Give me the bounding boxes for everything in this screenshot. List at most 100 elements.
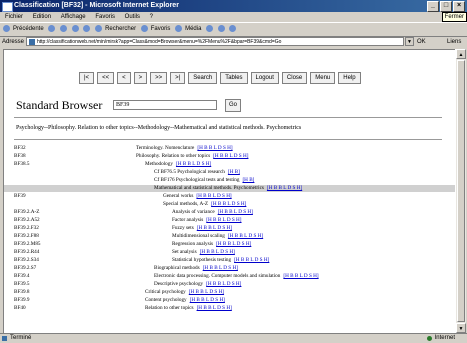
class-number: BF39.2.S34 — [14, 257, 39, 263]
caption: Fuzzy sets [H B B L D S H] — [172, 225, 232, 232]
scroll-down-icon[interactable]: ▼ — [456, 323, 466, 333]
record-links[interactable]: [H B B L D S H] — [216, 241, 251, 247]
media-button[interactable]: Média — [185, 26, 201, 32]
go-button[interactable]: Go — [225, 99, 242, 112]
classification-search-input[interactable] — [113, 100, 217, 110]
search-button[interactable]: Rechercher — [105, 26, 136, 32]
next-page-button[interactable]: >> — [150, 72, 168, 84]
address-dropdown-icon[interactable]: ▼ — [405, 37, 414, 46]
list-item: BF39.5 Descriptive psychology [H B B L D S… — [4, 281, 455, 288]
last-button[interactable]: >| — [170, 72, 186, 84]
close-page-button[interactable]: Close — [281, 72, 308, 84]
close-tooltip: Fermer — [441, 12, 467, 22]
menu-button[interactable]: Menu — [310, 72, 336, 84]
caption-text: Mathematical and statistical methods. Ps… — [154, 185, 264, 191]
caption-text: Factor analysis — [172, 217, 204, 223]
caption: Relation to other topics [H B B L D S H] — [145, 305, 232, 312]
class-number: BF39.4 — [14, 273, 30, 279]
record-links[interactable]: [H B B L D S H] — [197, 145, 232, 151]
address-go-button[interactable]: OK — [417, 36, 426, 48]
history-icon[interactable] — [206, 24, 214, 32]
divider-top — [14, 117, 442, 118]
title-bar: Classification [BF32] - Microsoft Intern… — [0, 0, 467, 12]
minimize-button[interactable]: _ — [427, 1, 439, 12]
home-icon[interactable] — [83, 24, 91, 32]
list-item: BF39.4 Electronic data processing. Comput… — [4, 273, 455, 280]
caption: Critical psychology [H B B L D S H] — [145, 289, 224, 296]
record-links[interactable]: [H B] — [242, 177, 254, 183]
logout-button[interactable]: Logout — [250, 72, 279, 84]
caption-text: Cf BF176 Psychological tests and testing — [154, 177, 240, 183]
record-links[interactable]: [H B B L D S H] — [234, 257, 269, 263]
caption: Methodology [H B B L D S H] — [145, 161, 211, 168]
record-links[interactable]: [H B B L D S H] — [197, 225, 232, 231]
menu-favoris[interactable]: Favoris — [95, 14, 115, 20]
record-links[interactable]: [H B B L D S H] — [218, 209, 253, 215]
record-links[interactable]: [H B B L D S H] — [211, 201, 246, 207]
caption: Content psychology [H B B L D S H] — [145, 297, 225, 304]
list-item: BF38.5 Methodology [H B B L D S H] — [4, 161, 455, 168]
class-number: BF32 — [14, 145, 26, 151]
forward-icon[interactable] — [48, 24, 56, 32]
record-links[interactable]: [H B B L D S H] — [189, 289, 224, 295]
record-links[interactable]: [H B B L D S H] — [190, 297, 225, 303]
stop-icon[interactable] — [60, 24, 68, 32]
record-links[interactable]: [H B B L D S H] — [203, 265, 238, 271]
refresh-icon[interactable] — [71, 24, 79, 32]
vertical-scrollbar[interactable]: ▲ ▼ — [455, 49, 466, 333]
first-button[interactable]: |< — [79, 72, 95, 84]
close-button[interactable]: × — [453, 1, 465, 12]
search-icon[interactable] — [95, 24, 103, 32]
record-links[interactable]: [H B B L D S H] — [197, 305, 232, 311]
record-links[interactable]: [H B B L D S H] — [206, 217, 241, 223]
mail-icon[interactable] — [217, 24, 225, 32]
menu-affichage[interactable]: Affichage — [61, 14, 86, 20]
menu-edition[interactable]: Edition — [33, 14, 51, 20]
tables-button[interactable]: Tables — [220, 72, 248, 84]
favorites-button[interactable]: Favoris — [151, 26, 171, 32]
record-links[interactable]: [H B B L D S H] — [196, 193, 231, 199]
caption-text: Cf BF76.5 Psychological research — [154, 169, 225, 175]
class-number: BF40 — [14, 305, 26, 311]
caption-text: Critical psychology — [145, 289, 186, 295]
links-button[interactable]: Liens — [447, 36, 461, 48]
scroll-up-icon[interactable]: ▲ — [456, 49, 466, 59]
caption: Terminology. Nomenclature [H B B L D S H] — [136, 145, 233, 152]
media-icon[interactable] — [175, 24, 183, 32]
back-button[interactable]: Précédente — [13, 26, 44, 32]
class-number: BF39.2.M85 — [14, 241, 41, 247]
browser-icon — [2, 2, 13, 12]
scroll-thumb[interactable] — [457, 60, 465, 322]
favorites-icon[interactable] — [140, 24, 148, 32]
caption-text: Descriptive psychology — [154, 281, 204, 287]
record-links[interactable]: [H B B L D S H] — [176, 161, 211, 167]
class-number: BF39 — [14, 193, 26, 199]
record-links[interactable]: [H B B L D S H] — [283, 273, 318, 279]
address-input[interactable]: http://classificationweb.net/min/mirsk?a… — [26, 37, 404, 46]
record-links[interactable]: [H B B L D S H] — [213, 153, 248, 159]
menu-fichier[interactable]: Fichier — [5, 14, 23, 20]
record-links[interactable]: [H B] — [228, 169, 240, 175]
record-links[interactable]: [H B B L D S H] — [267, 185, 302, 191]
next-button[interactable]: > — [133, 72, 148, 84]
class-number: BF39.5 — [14, 281, 30, 287]
back-icon[interactable] — [3, 24, 10, 32]
print-icon[interactable] — [229, 24, 237, 32]
prev-button[interactable]: < — [117, 72, 131, 84]
menu-outils[interactable]: Outils — [125, 14, 140, 20]
caption: Cf BF76.5 Psychological research [H B] — [154, 169, 240, 176]
maximize-button[interactable]: □ — [440, 1, 452, 12]
search-page-button[interactable]: Search — [188, 72, 218, 84]
record-links[interactable]: [H B B L D S H] — [228, 233, 263, 239]
list-item: BF39.2.F32 Fuzzy sets [H B B L D S H] — [4, 225, 455, 232]
help-button[interactable]: Help — [338, 72, 361, 84]
caption: Statistical hypothesis testing [H B B L D… — [172, 257, 269, 264]
record-links[interactable]: [H B B L D S H] — [200, 249, 235, 255]
list-item: BF39.2.A52 Factor analysis [H B B L D S H] — [4, 217, 455, 224]
caption: Mathematical and statistical methods. Ps… — [154, 185, 302, 192]
prev-page-button[interactable]: << — [97, 72, 115, 84]
list-item: Special methods, A-Z [H B B L D S H] — [4, 201, 455, 208]
class-number: BF38.5 — [14, 161, 30, 167]
menu-help[interactable]: ? — [150, 14, 153, 20]
record-links[interactable]: [H B B L D S H] — [206, 281, 241, 287]
